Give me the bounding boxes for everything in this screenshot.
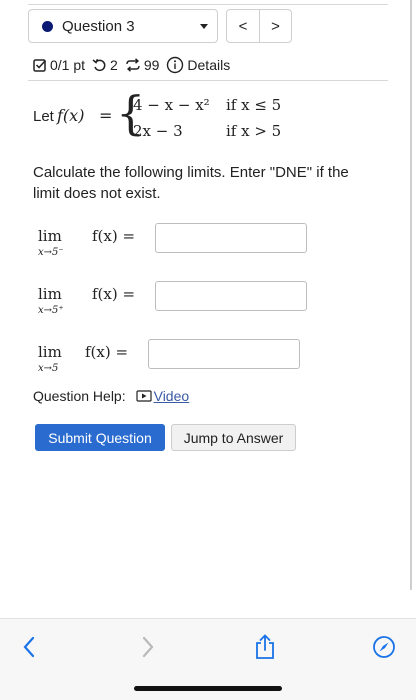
question-help-label: Question Help: [33, 388, 126, 404]
top-divider [28, 4, 388, 5]
limit-left-input[interactable] [155, 223, 307, 253]
video-link-text: Video [153, 388, 190, 404]
retries-text: 2 [110, 57, 118, 73]
lim-text: lim [38, 285, 62, 303]
case-2-expression: 2x − 3 [133, 122, 183, 140]
next-question-button[interactable]: > [258, 10, 291, 42]
limit-row-right: lim x→5⁺ f(x) = [38, 281, 318, 316]
function-definition: Let f(x) = { 4 − x − x² if x ≤ 5 2x − 3 … [33, 90, 333, 144]
attempts-item: 99 [125, 57, 160, 73]
compass-button[interactable] [370, 633, 398, 661]
browser-forward-button[interactable] [134, 633, 162, 661]
instructions: Calculate the following limits. Enter "D… [33, 164, 349, 202]
limit-row-two-sided: lim x→5 f(x) = [38, 339, 318, 374]
limit-two-sided-input[interactable] [148, 339, 300, 369]
limit-right-input[interactable] [155, 281, 307, 311]
attempts-text: 99 [143, 57, 160, 73]
case-1-expression: 4 − x − x² [133, 96, 210, 114]
question-select-label: Question 3 [62, 17, 135, 35]
scrollbar-track[interactable] [410, 0, 412, 590]
function-name: f(x) [57, 106, 85, 125]
chevron-right-icon [142, 636, 154, 658]
checkbox-icon [33, 59, 47, 72]
details-link[interactable]: Details [166, 56, 230, 74]
lim-text: lim [38, 343, 62, 361]
submit-question-button[interactable]: Submit Question [35, 424, 165, 451]
lim-expression: f(x) = [85, 343, 129, 361]
status-dot-icon [42, 20, 53, 32]
meta-divider [28, 80, 388, 81]
equals-sign: = [99, 106, 113, 125]
details-text: Details [187, 57, 231, 73]
prev-question-button[interactable]: < [227, 10, 259, 42]
retries-item: 2 [92, 57, 118, 73]
lim-subscript: x→5⁺ [38, 305, 64, 316]
lim-subscript: x→5⁻ [38, 247, 64, 258]
chevron-left-icon [23, 636, 35, 658]
lim-subscript: x→5 [38, 363, 59, 374]
jump-to-answer-button[interactable]: Jump to Answer [171, 424, 296, 451]
retry-icon [92, 58, 106, 72]
limit-row-left: lim x→5⁻ f(x) = [38, 223, 318, 258]
question-meta: 0/1 pt 2 99 Details [33, 55, 237, 75]
share-icon [256, 634, 274, 659]
question-nav: < > [226, 9, 292, 43]
case-1-condition: if x ≤ 5 [226, 96, 282, 114]
caret-down-icon [200, 24, 208, 29]
score-item: 0/1 pt [33, 57, 85, 73]
share-button[interactable] [251, 633, 279, 661]
case-2-condition: if x > 5 [226, 122, 282, 140]
let-text: Let [33, 108, 54, 125]
question-help: Question Help: Video [33, 388, 189, 404]
attempts-icon [126, 58, 140, 72]
lim-text: lim [38, 227, 62, 245]
question-select[interactable]: Question 3 [28, 9, 218, 43]
home-indicator[interactable] [134, 686, 282, 691]
score-text: 0/1 pt [50, 57, 86, 73]
compass-icon [373, 636, 395, 658]
browser-back-button[interactable] [15, 633, 43, 661]
lim-expression: f(x) = [92, 227, 136, 245]
info-icon [167, 56, 184, 74]
lim-expression: f(x) = [92, 285, 136, 303]
video-link[interactable]: Video [136, 388, 190, 404]
video-icon [136, 390, 152, 402]
